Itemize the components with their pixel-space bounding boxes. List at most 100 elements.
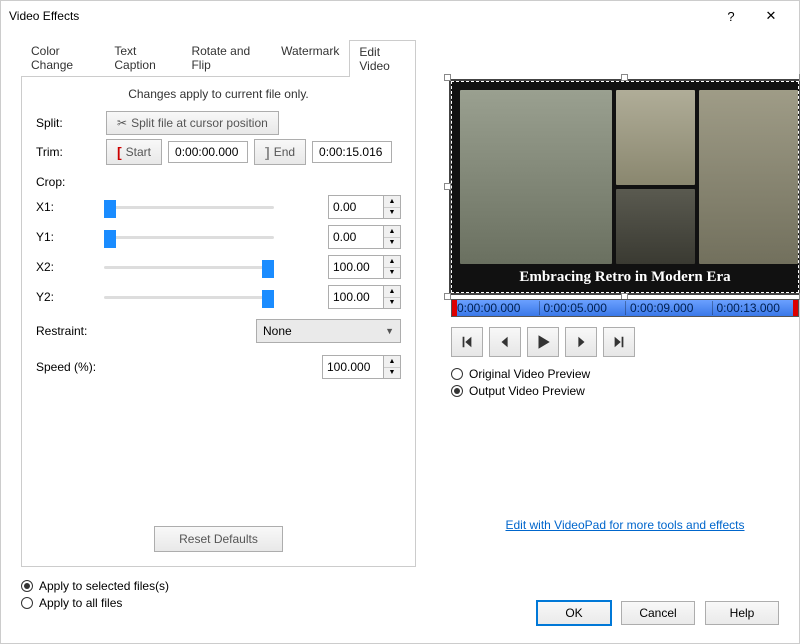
tab-color-change[interactable]: Color Change <box>21 39 104 76</box>
preview-thumbnail <box>616 189 695 264</box>
output-preview-label: Output Video Preview <box>469 384 585 398</box>
tab-strip: Color Change Text Caption Rotate and Fli… <box>21 39 416 77</box>
y2-input[interactable]: ▲▼ <box>328 285 401 309</box>
original-preview-radio[interactable]: Original Video Preview <box>451 367 799 381</box>
timeline-tick: 0:00:05.000 <box>539 301 626 315</box>
titlebar: Video Effects ? ✕ <box>1 1 799 31</box>
trim-end-button[interactable]: ] End <box>254 139 306 165</box>
dialog-content: Color Change Text Caption Rotate and Fli… <box>21 39 779 623</box>
spin-down-icon[interactable]: ▼ <box>384 238 400 249</box>
tab-rotate-flip[interactable]: Rotate and Flip <box>181 39 271 76</box>
restraint-label: Restraint: <box>36 324 176 338</box>
y2-label: Y2: <box>36 290 96 304</box>
video-effects-dialog: Video Effects ? ✕ Color Change Text Capt… <box>0 0 800 644</box>
preview-mode: Original Video Preview Output Video Prev… <box>451 367 799 398</box>
apply-all-label: Apply to all files <box>39 596 122 610</box>
crop-handle[interactable] <box>621 74 628 81</box>
crop-handle[interactable] <box>444 293 451 300</box>
restraint-value: None <box>263 324 292 338</box>
video-preview[interactable]: Embracing Retro in Modern Era <box>451 81 799 293</box>
step-back-button[interactable] <box>489 327 521 357</box>
spin-up-icon[interactable]: ▲ <box>384 256 400 268</box>
close-icon[interactable]: ✕ <box>751 2 791 30</box>
x2-input[interactable]: ▲▼ <box>328 255 401 279</box>
preview-pane: Embracing Retro in Modern Era 0:00:00.00… <box>451 81 799 532</box>
tab-watermark[interactable]: Watermark <box>271 39 349 76</box>
trim-start-label: Start <box>126 145 151 159</box>
timeline-end-marker[interactable] <box>793 300 798 316</box>
crop-handle[interactable] <box>444 74 451 81</box>
spin-down-icon[interactable]: ▼ <box>384 208 400 219</box>
speed-label: Speed (%): <box>36 360 176 374</box>
apply-selected-radio[interactable]: Apply to selected files(s) <box>21 579 779 593</box>
reset-defaults-label: Reset Defaults <box>179 532 258 546</box>
spin-down-icon[interactable]: ▼ <box>384 368 400 379</box>
step-forward-button[interactable] <box>565 327 597 357</box>
x1-label: X1: <box>36 200 96 214</box>
transport-controls <box>451 327 799 357</box>
tab-text-caption[interactable]: Text Caption <box>104 39 181 76</box>
preview-thumbnail <box>699 90 798 264</box>
scissors-icon: ✂ <box>117 116 127 130</box>
preview-caption: Embracing Retro in Modern Era <box>452 269 798 286</box>
trim-end-label: End <box>274 145 295 159</box>
speed-value[interactable] <box>323 356 383 378</box>
timeline-start-marker[interactable] <box>452 300 457 316</box>
split-button-label: Split file at cursor position <box>131 116 268 130</box>
y1-input[interactable]: ▲▼ <box>328 225 401 249</box>
y1-slider[interactable] <box>104 228 274 246</box>
spin-up-icon[interactable]: ▲ <box>384 356 400 368</box>
ok-button[interactable]: OK <box>537 601 611 625</box>
edit-video-panel: Changes apply to current file only. Spli… <box>21 77 416 567</box>
y1-value[interactable] <box>329 226 383 248</box>
bracket-start-icon: [ <box>117 144 122 160</box>
skip-start-button[interactable] <box>451 327 483 357</box>
skip-end-button[interactable] <box>603 327 635 357</box>
spin-up-icon[interactable]: ▲ <box>384 286 400 298</box>
trim-start-button[interactable]: [ Start <box>106 139 162 165</box>
x1-slider[interactable] <box>104 198 274 216</box>
panel-note: Changes apply to current file only. <box>36 85 401 107</box>
help-button[interactable]: Help <box>705 601 779 625</box>
preview-thumbnail <box>460 90 612 264</box>
trim-start-time[interactable]: 0:00:00.000 <box>168 141 248 163</box>
timeline-tick: 0:00:09.000 <box>625 301 712 315</box>
chevron-down-icon: ▼ <box>385 326 394 336</box>
x1-input[interactable]: ▲▼ <box>328 195 401 219</box>
y2-value[interactable] <box>329 286 383 308</box>
bracket-end-icon: ] <box>265 144 270 160</box>
timeline[interactable]: 0:00:00.000 0:00:05.000 0:00:09.000 0:00… <box>451 299 799 317</box>
x2-label: X2: <box>36 260 96 274</box>
spin-down-icon[interactable]: ▼ <box>384 298 400 309</box>
original-preview-label: Original Video Preview <box>469 367 590 381</box>
window-title: Video Effects <box>9 9 711 23</box>
preview-thumbnail <box>616 90 695 185</box>
spin-up-icon[interactable]: ▲ <box>384 226 400 238</box>
crop-handle[interactable] <box>444 183 451 190</box>
dialog-buttons: OK Cancel Help <box>537 601 779 625</box>
trim-label: Trim: <box>36 145 106 159</box>
spin-down-icon[interactable]: ▼ <box>384 268 400 279</box>
output-preview-radio[interactable]: Output Video Preview <box>451 384 799 398</box>
spin-up-icon[interactable]: ▲ <box>384 196 400 208</box>
split-label: Split: <box>36 116 106 130</box>
videopad-link[interactable]: Edit with VideoPad for more tools and ef… <box>505 518 744 532</box>
speed-input[interactable]: ▲▼ <box>322 355 401 379</box>
x1-value[interactable] <box>329 196 383 218</box>
y2-slider[interactable] <box>104 288 274 306</box>
timeline-tick: 0:00:00.000 <box>452 301 539 315</box>
x2-slider[interactable] <box>104 258 274 276</box>
tab-edit-video[interactable]: Edit Video <box>349 40 416 77</box>
timeline-tick: 0:00:13.000 <box>712 301 799 315</box>
play-button[interactable] <box>527 327 559 357</box>
apply-selected-label: Apply to selected files(s) <box>39 579 169 593</box>
x2-value[interactable] <box>329 256 383 278</box>
restraint-select[interactable]: None ▼ <box>256 319 401 343</box>
help-icon[interactable]: ? <box>711 2 751 30</box>
cancel-button[interactable]: Cancel <box>621 601 695 625</box>
y1-label: Y1: <box>36 230 96 244</box>
trim-end-time[interactable]: 0:00:15.016 <box>312 141 392 163</box>
crop-label: Crop: <box>36 175 401 189</box>
reset-defaults-button[interactable]: Reset Defaults <box>154 526 283 552</box>
split-button[interactable]: ✂ Split file at cursor position <box>106 111 279 135</box>
